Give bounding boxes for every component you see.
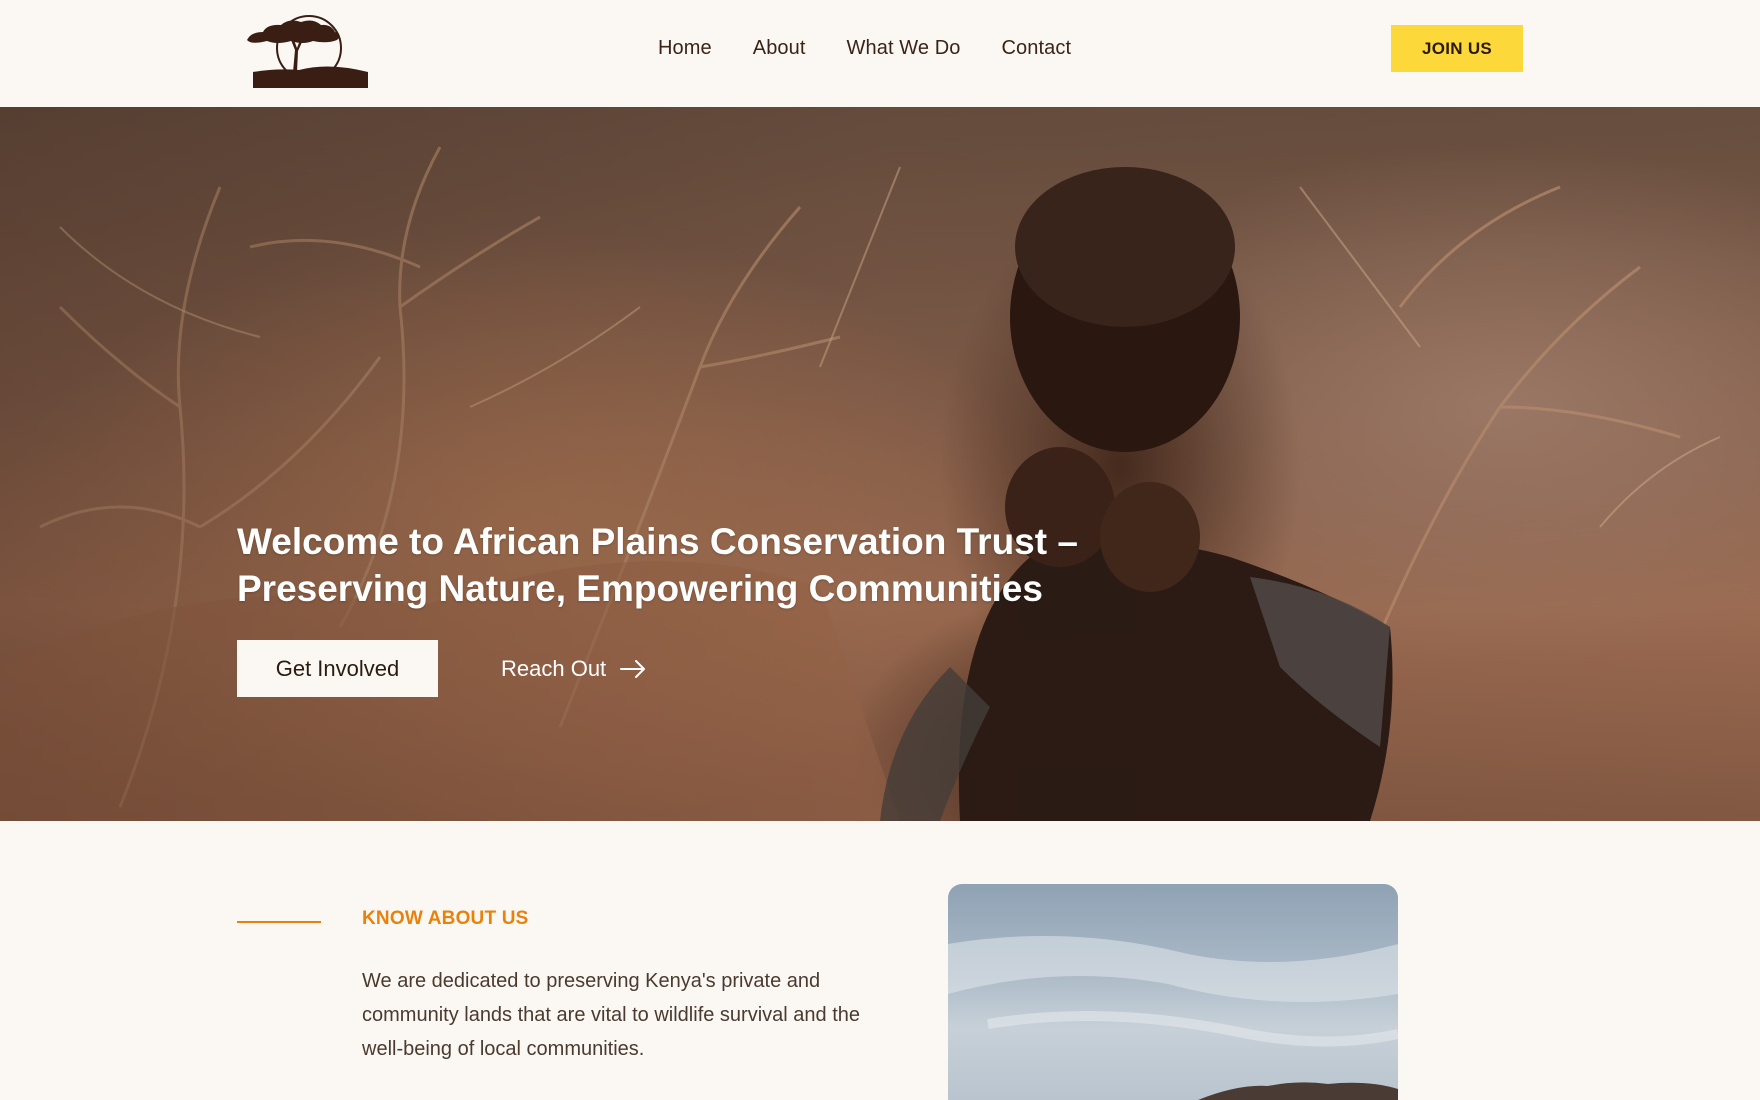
landscape-image (948, 936, 1398, 1100)
arrow-right-icon (620, 660, 646, 678)
about-description: We are dedicated to preserving Kenya's p… (362, 970, 861, 1060)
main-nav: Home About What We Do Contact (658, 34, 1071, 62)
hero-title-line-1: Welcome to African Plains Conservation T… (237, 521, 1078, 562)
site-header: Home About What We Do Contact JOIN US (0, 0, 1760, 107)
acacia-tree-logo[interactable] (237, 10, 368, 88)
nav-about[interactable]: About (753, 34, 806, 62)
section-eyebrow: KNOW ABOUT US (362, 908, 529, 929)
reach-out-label: Reach Out (501, 656, 607, 681)
about-photo (948, 884, 1398, 1100)
nav-contact[interactable]: Contact (1002, 34, 1072, 62)
section-divider-line (237, 921, 321, 923)
hero-title: Welcome to African Plains Conservation T… (237, 518, 1137, 612)
get-involved-button[interactable]: Get Involved (237, 640, 438, 697)
nav-home[interactable]: Home (658, 34, 712, 62)
join-us-button[interactable]: JOIN US (1391, 25, 1523, 72)
hero-title-line-2: Preserving Nature, Empowering Communitie… (237, 568, 1043, 609)
nav-what-we-do[interactable]: What We Do (847, 34, 961, 62)
hero-banner: Welcome to African Plains Conservation T… (0, 107, 1760, 821)
reach-out-link[interactable]: Reach Out (501, 653, 646, 685)
hero-overlay (0, 107, 1760, 821)
